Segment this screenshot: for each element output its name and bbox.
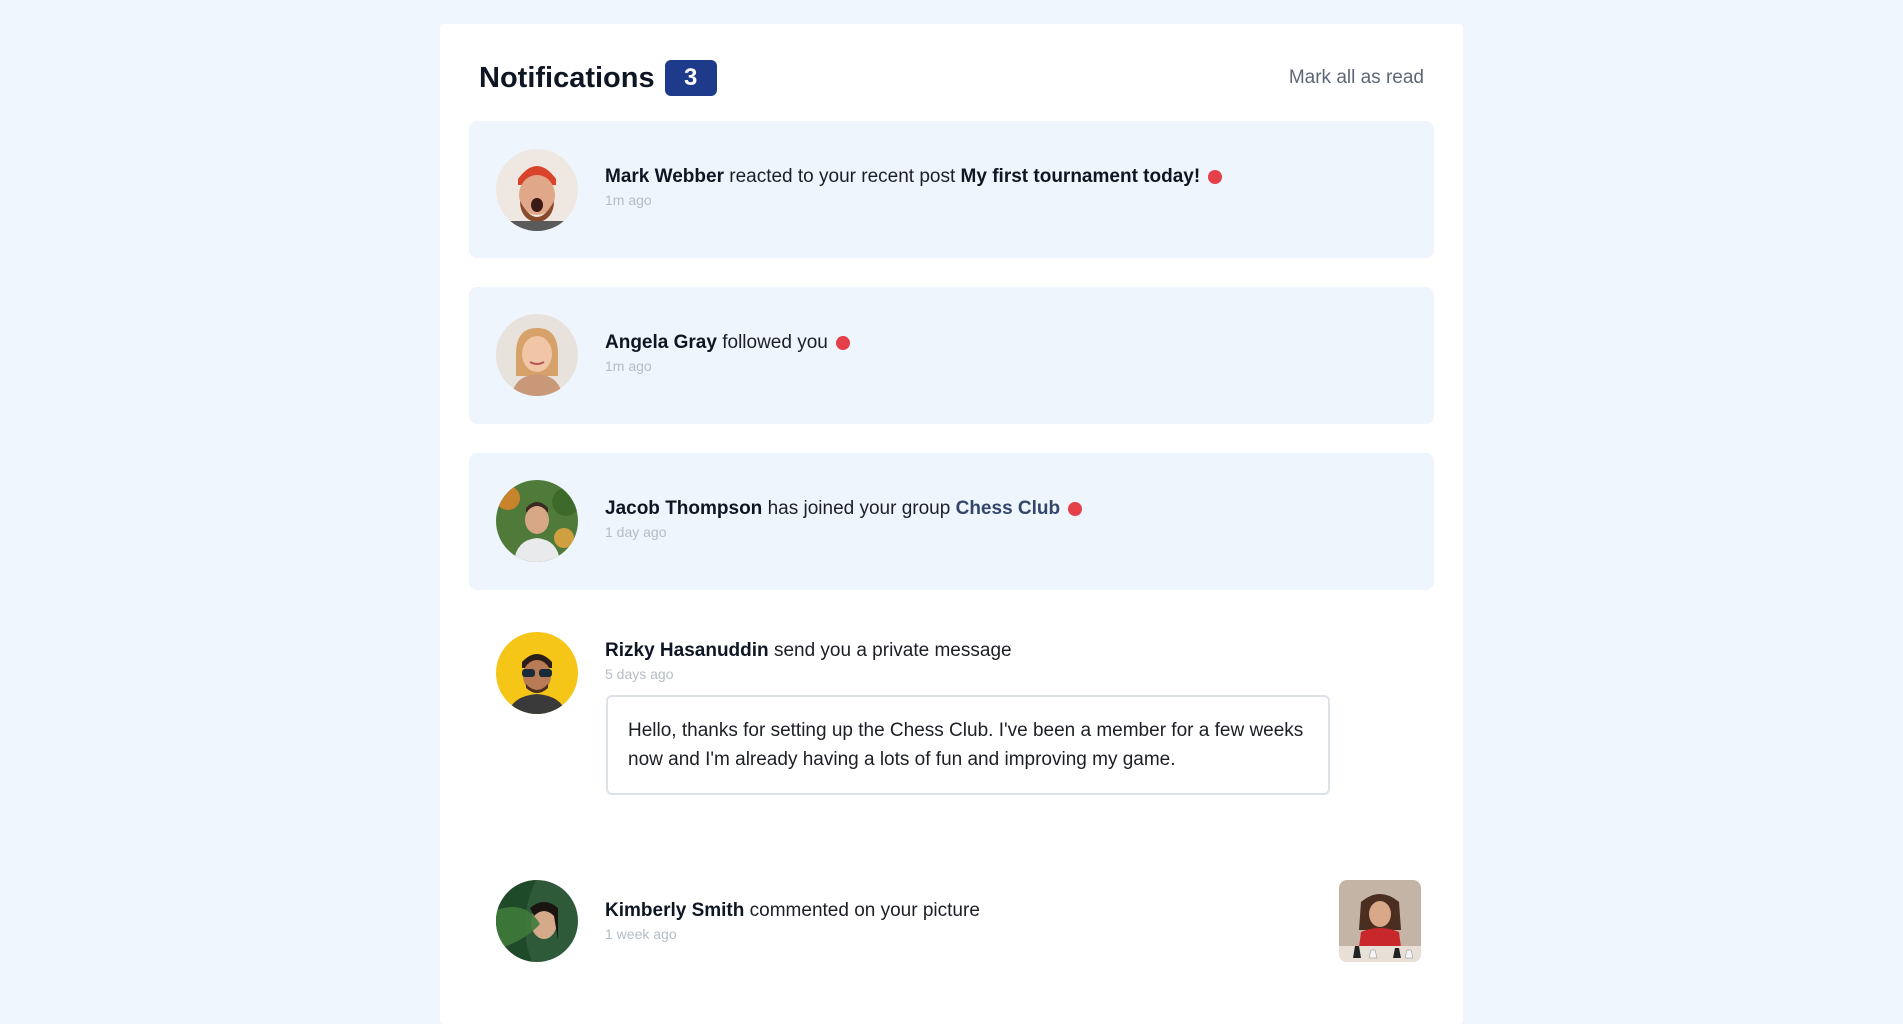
notification-action: send you a private message [773,640,1012,661]
notification-text: Kimberly Smith commented on your picture [605,900,980,922]
notification-text: Jacob Thompson has joined your group Che… [605,498,1083,520]
notification-text: Angela Gray followed you [605,332,850,354]
unread-dot-icon [1208,170,1223,184]
title-group: Notifications 3 [479,60,717,96]
notifications-header: Notifications 3 Mark all as read [479,54,1424,102]
avatar[interactable] [496,880,578,962]
notification-item[interactable]: Angela Gray followed you 1m ago [469,287,1434,424]
avatar[interactable] [496,149,578,231]
notification-body: Jacob Thompson has joined your group Che… [605,498,1083,540]
user-name[interactable]: Jacob Thompson [605,498,762,520]
user-name[interactable]: Rizky Hasanuddin [605,640,769,662]
user-name[interactable]: Angela Gray [605,332,717,354]
user-name[interactable]: Kimberly Smith [605,900,744,922]
timestamp: 1 week ago [605,926,677,942]
notification-body: Rizky Hasanuddin send you a private mess… [605,640,1012,682]
notification-action: has joined your group [767,498,951,519]
avatar[interactable] [496,314,578,396]
avatar[interactable] [496,480,578,562]
timestamp: 5 days ago [605,666,674,682]
notification-action: reacted to your recent post [729,166,956,187]
notification-body: Kimberly Smith commented on your picture… [605,900,980,942]
timestamp: 1m ago [605,192,652,208]
private-message-preview[interactable]: Hello, thanks for setting up the Chess C… [606,695,1330,795]
notification-text: Mark Webber reacted to your recent post … [605,166,1223,188]
unread-dot-icon [835,336,850,350]
avatar[interactable] [496,632,578,714]
post-link[interactable]: My first tournament today! [961,166,1201,188]
notification-action: followed you [722,332,828,353]
notification-body: Angela Gray followed you 1m ago [605,332,850,374]
timestamp: 1m ago [605,358,652,374]
notification-item[interactable]: Jacob Thompson has joined your group Che… [469,453,1434,590]
notification-body: Mark Webber reacted to your recent post … [605,166,1223,208]
page-title: Notifications [479,61,655,94]
unread-dot-icon [1068,502,1083,516]
timestamp: 1 day ago [605,524,667,540]
user-name[interactable]: Mark Webber [605,166,724,188]
notification-item[interactable]: Mark Webber reacted to your recent post … [469,121,1434,258]
notification-action: commented on your picture [749,900,980,921]
notification-text: Rizky Hasanuddin send you a private mess… [605,640,1012,662]
notification-item[interactable]: Kimberly Smith commented on your picture… [469,870,1434,999]
group-link[interactable]: Chess Club [956,498,1061,520]
mark-all-read-button[interactable]: Mark all as read [1289,67,1424,89]
commented-picture-thumbnail[interactable] [1339,880,1421,962]
unread-count-badge: 3 [664,60,717,96]
